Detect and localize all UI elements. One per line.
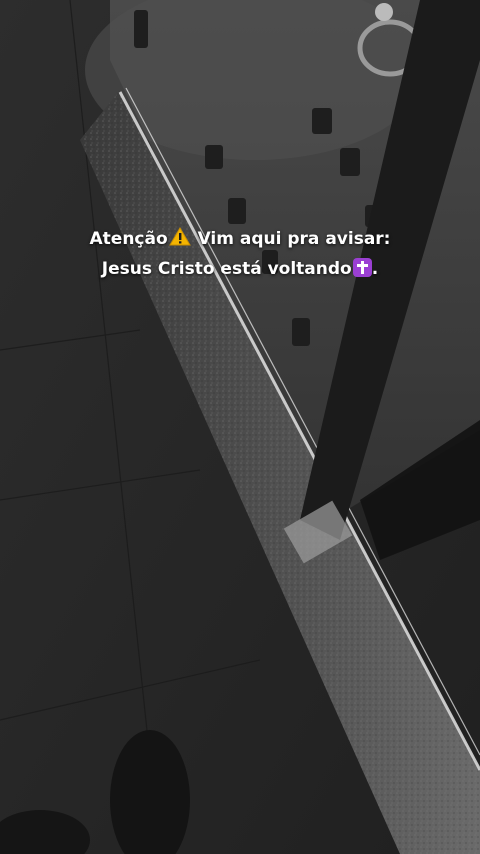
video-caption: Atenção Vim aqui pra avisar: Jesus Crist… [0,224,480,284]
background-photo [0,0,480,854]
warning-icon [168,227,191,246]
caption-line-2-start: Jesus Cristo está voltando [101,259,352,279]
caption-line-2: Jesus Cristo está voltando. [0,254,480,284]
caption-line-1: Atenção Vim aqui pra avisar: [0,224,480,254]
caption-line-1-end: Vim aqui pra avisar: [191,229,391,249]
caption-line-2-end: . [371,259,379,279]
latin-cross-icon [352,258,372,277]
video-frame: Atenção Vim aqui pra avisar: Jesus Crist… [0,0,480,854]
caption-line-1-start: Atenção [89,229,168,249]
